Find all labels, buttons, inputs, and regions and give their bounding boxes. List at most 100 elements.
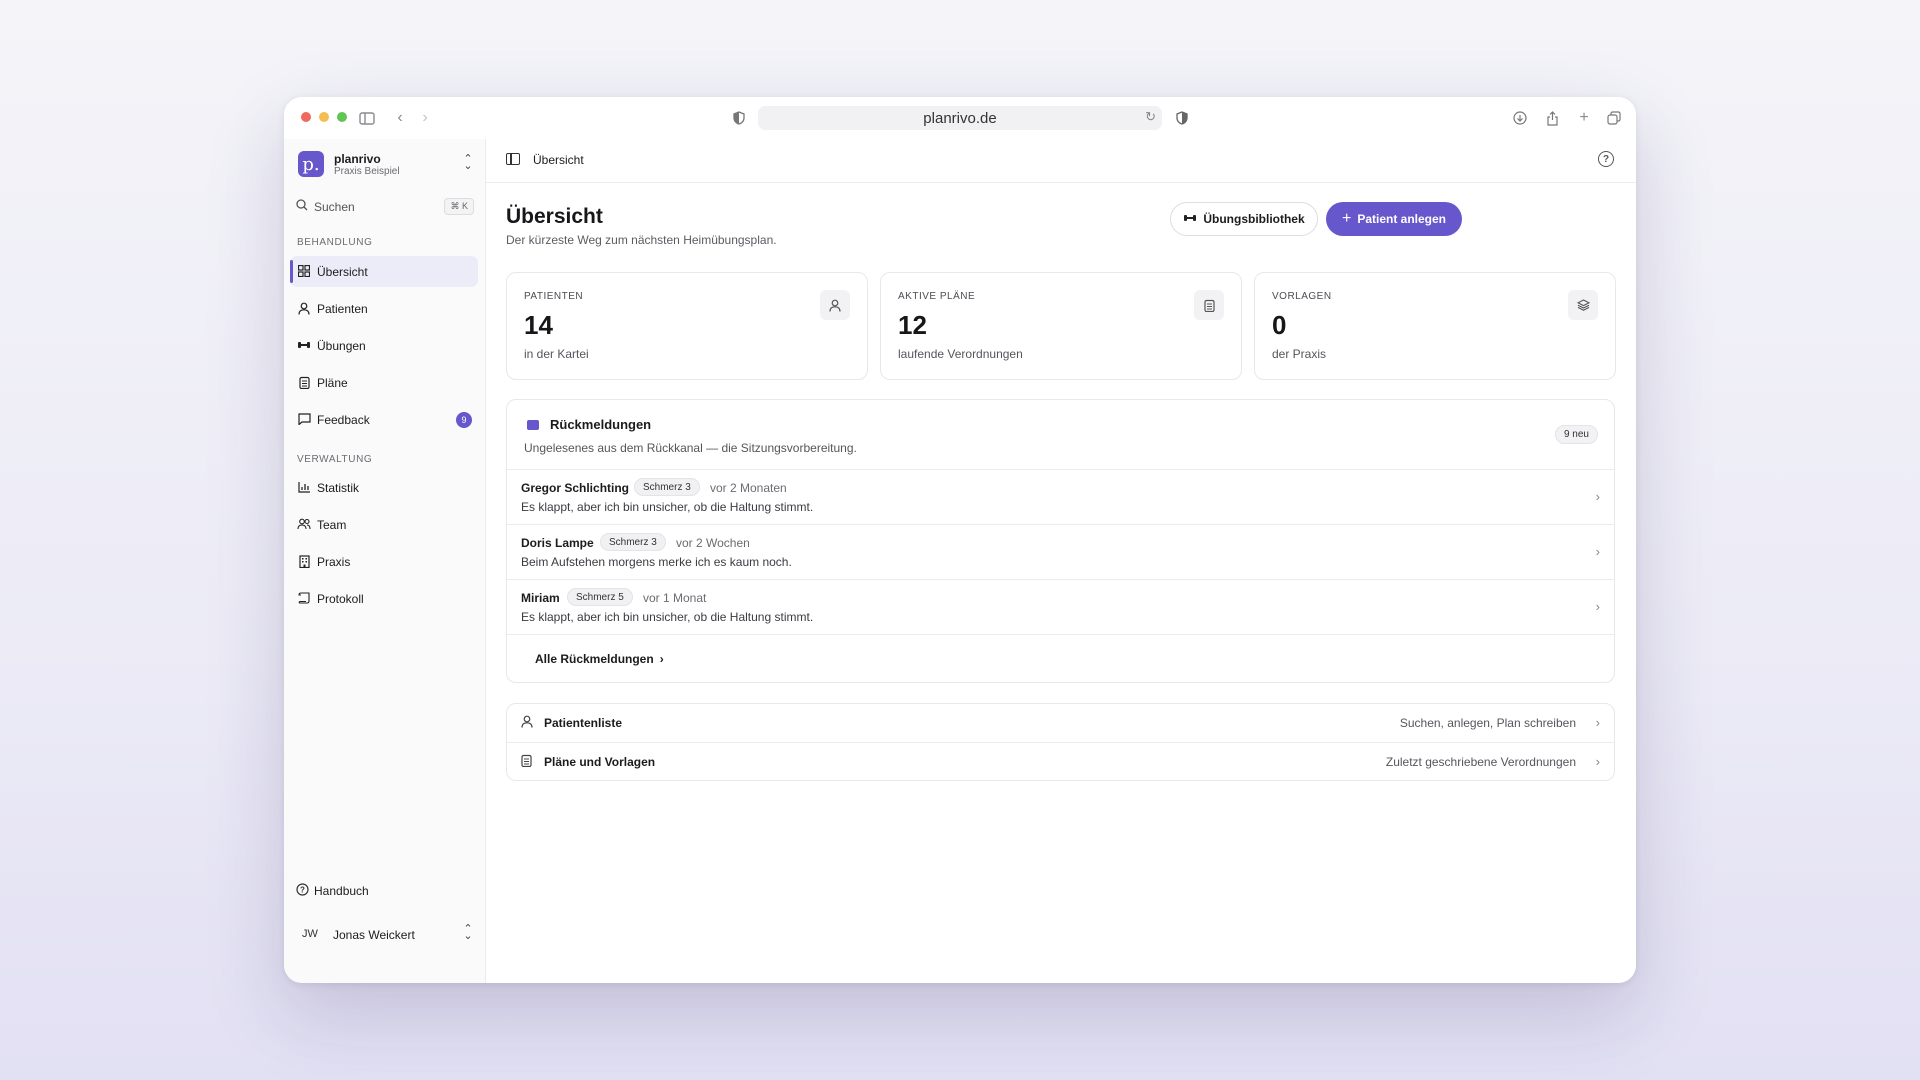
sidebar-toggle-icon[interactable] (357, 108, 377, 128)
bar-chart-icon (297, 480, 311, 494)
exercise-library-button[interactable]: Übungsbibliothek (1170, 202, 1318, 236)
content-topbar: Übersicht ? (486, 139, 1636, 183)
patient-name: Gregor Schlichting (521, 481, 630, 495)
help-circle-icon: ? (296, 883, 309, 899)
all-feedback-label: Alle Rückmeldungen (535, 652, 654, 666)
stat-subtitle: der Praxis (1272, 347, 1327, 361)
practice-name: Praxis Beispiel (334, 166, 400, 177)
back-icon[interactable]: ‹ (390, 108, 410, 128)
download-icon[interactable] (1510, 108, 1530, 128)
quicklink-plans-templates[interactable]: Pläne und Vorlagen Zuletzt geschriebene … (507, 742, 1614, 780)
sidebar-item-exercises[interactable]: Übungen (290, 330, 478, 361)
sidebar-item-label: Patienten (317, 302, 368, 316)
user-icon (521, 715, 533, 731)
sidebar-item-patients[interactable]: Patienten (290, 293, 478, 324)
chevron-right-icon: › (1595, 544, 1600, 559)
sidebar-item-label: Praxis (317, 555, 351, 569)
chevron-up-down-icon: ⌃ ⌄ (463, 923, 473, 942)
add-patient-button[interactable]: + Patient anlegen (1326, 202, 1462, 236)
sidebar-item-label: Statistik (317, 481, 360, 495)
breadcrumb: Übersicht (533, 153, 584, 167)
stat-label: VORLAGEN (1272, 291, 1332, 302)
sidebar-item-log[interactable]: Protokoll (290, 583, 478, 614)
feedback-message: Es klappt, aber ich bin unsicher, ob die… (521, 610, 814, 624)
stat-value: 14 (524, 310, 553, 340)
zoom-window-button[interactable] (337, 112, 347, 122)
chevron-right-icon: › (659, 652, 664, 666)
quicklink-patient-list[interactable]: Patientenliste Suchen, anlegen, Plan sch… (507, 704, 1614, 742)
search-shortcut: ⌘ K (444, 198, 474, 215)
sidebar-item-team[interactable]: Team (290, 509, 478, 540)
clipboard-icon (521, 754, 532, 770)
pain-badge: Schmerz 5 (567, 588, 633, 606)
reload-icon[interactable]: ↻ (1145, 109, 1156, 125)
all-feedback-link[interactable]: Alle Rückmeldungen › (535, 652, 664, 666)
page-title: Übersicht (506, 205, 603, 228)
message-icon (527, 420, 539, 430)
section-label-treatment: BEHANDLUNG (297, 237, 373, 248)
feedback-time: vor 2 Wochen (676, 536, 750, 550)
tab-overview-icon[interactable] (1604, 108, 1624, 128)
privacy-shield-icon[interactable] (729, 108, 749, 128)
brand-name: planrivo (334, 152, 381, 166)
browser-window: ‹ › planrivo.de ↻ + p. planrivo Praxis B… (284, 97, 1636, 983)
planrivo-logo: p. (298, 151, 324, 177)
feedback-row[interactable]: Doris Lampe Schmerz 3 vor 2 Wochen Beim … (507, 524, 1614, 579)
dumbbell-icon (297, 338, 311, 352)
practice-switcher[interactable]: p. planrivo Praxis Beispiel ⌃ ⌄ (298, 150, 474, 180)
minimize-window-button[interactable] (319, 112, 329, 122)
stat-value: 12 (898, 310, 927, 340)
building-icon (297, 554, 311, 568)
sidebar-item-label: Feedback (317, 413, 370, 427)
search-icon (296, 199, 308, 214)
grid-icon (297, 264, 311, 278)
stat-card-templates[interactable]: VORLAGEN 0 der Praxis (1254, 272, 1616, 380)
feedback-message: Es klappt, aber ich bin unsicher, ob die… (521, 500, 814, 514)
stat-subtitle: laufende Verordnungen (898, 347, 1023, 361)
extension-shield-icon[interactable] (1172, 108, 1192, 128)
sidebar-item-label: Protokoll (317, 592, 364, 606)
feedback-row[interactable]: Miriam Schmerz 5 vor 1 Monat Es klappt, … (507, 579, 1614, 634)
new-tab-icon[interactable]: + (1574, 108, 1594, 128)
svg-text:?: ? (300, 885, 305, 894)
quicklinks-list: Patientenliste Suchen, anlegen, Plan sch… (506, 703, 1615, 781)
browser-titlebar: ‹ › planrivo.de ↻ + (284, 97, 1636, 139)
close-window-button[interactable] (301, 112, 311, 122)
url-text: planrivo.de (923, 109, 997, 127)
sidebar-item-overview[interactable]: Übersicht (290, 256, 478, 287)
feedback-subtitle: Ungelesenes aus dem Rückkanal — die Sitz… (524, 441, 857, 455)
feedback-card: Rückmeldungen Ungelesenes aus dem Rückka… (506, 399, 1615, 683)
sidebar-item-feedback[interactable]: Feedback 9 (290, 404, 478, 435)
forward-icon[interactable]: › (415, 108, 435, 128)
quicklink-hint: Suchen, anlegen, Plan schreiben (1399, 716, 1576, 730)
stat-subtitle: in der Kartei (524, 347, 589, 361)
section-label-admin: VERWALTUNG (297, 454, 373, 465)
user-menu[interactable]: JW Jonas Weickert ⌃ ⌄ (296, 923, 474, 947)
stat-card-patients[interactable]: PATIENTEN 14 in der Kartei (506, 272, 868, 380)
chevron-up-down-icon: ⌃ ⌄ (463, 153, 473, 172)
plus-icon: + (1341, 210, 1352, 227)
new-count-badge: 9 neu (1554, 425, 1598, 444)
user-name: Jonas Weickert (333, 928, 415, 942)
sidebar-item-practice[interactable]: Praxis (290, 546, 478, 577)
user-icon (297, 301, 311, 315)
stat-label: AKTIVE PLÄNE (898, 291, 976, 302)
stat-card-active-plans[interactable]: AKTIVE PLÄNE 12 laufende Verordnungen (880, 272, 1242, 380)
clipboard-icon (297, 375, 311, 389)
share-icon[interactable] (1542, 108, 1562, 128)
stat-value: 0 (1272, 310, 1287, 340)
feedback-footer (507, 634, 1614, 683)
feedback-row[interactable]: Gregor Schlichting Schmerz 3 vor 2 Monat… (507, 469, 1614, 524)
layers-icon (1568, 290, 1598, 320)
help-icon[interactable]: ? (1598, 151, 1614, 167)
feedback-message: Beim Aufstehen morgens merke ich es kaum… (521, 555, 792, 569)
sidebar-item-label: Team (317, 518, 347, 532)
sidebar-search[interactable]: Suchen ⌘ K (296, 195, 474, 219)
panel-toggle-icon[interactable] (506, 153, 520, 165)
sidebar-item-statistics[interactable]: Statistik (290, 472, 478, 503)
help-label: Handbuch (314, 884, 369, 898)
main-content: Übersicht ? Übersicht Der kürzeste Weg z… (486, 139, 1636, 983)
url-bar[interactable]: planrivo.de ↻ (758, 106, 1162, 130)
sidebar-item-label: Übungen (317, 339, 366, 353)
sidebar-item-plans[interactable]: Pläne (290, 367, 478, 398)
